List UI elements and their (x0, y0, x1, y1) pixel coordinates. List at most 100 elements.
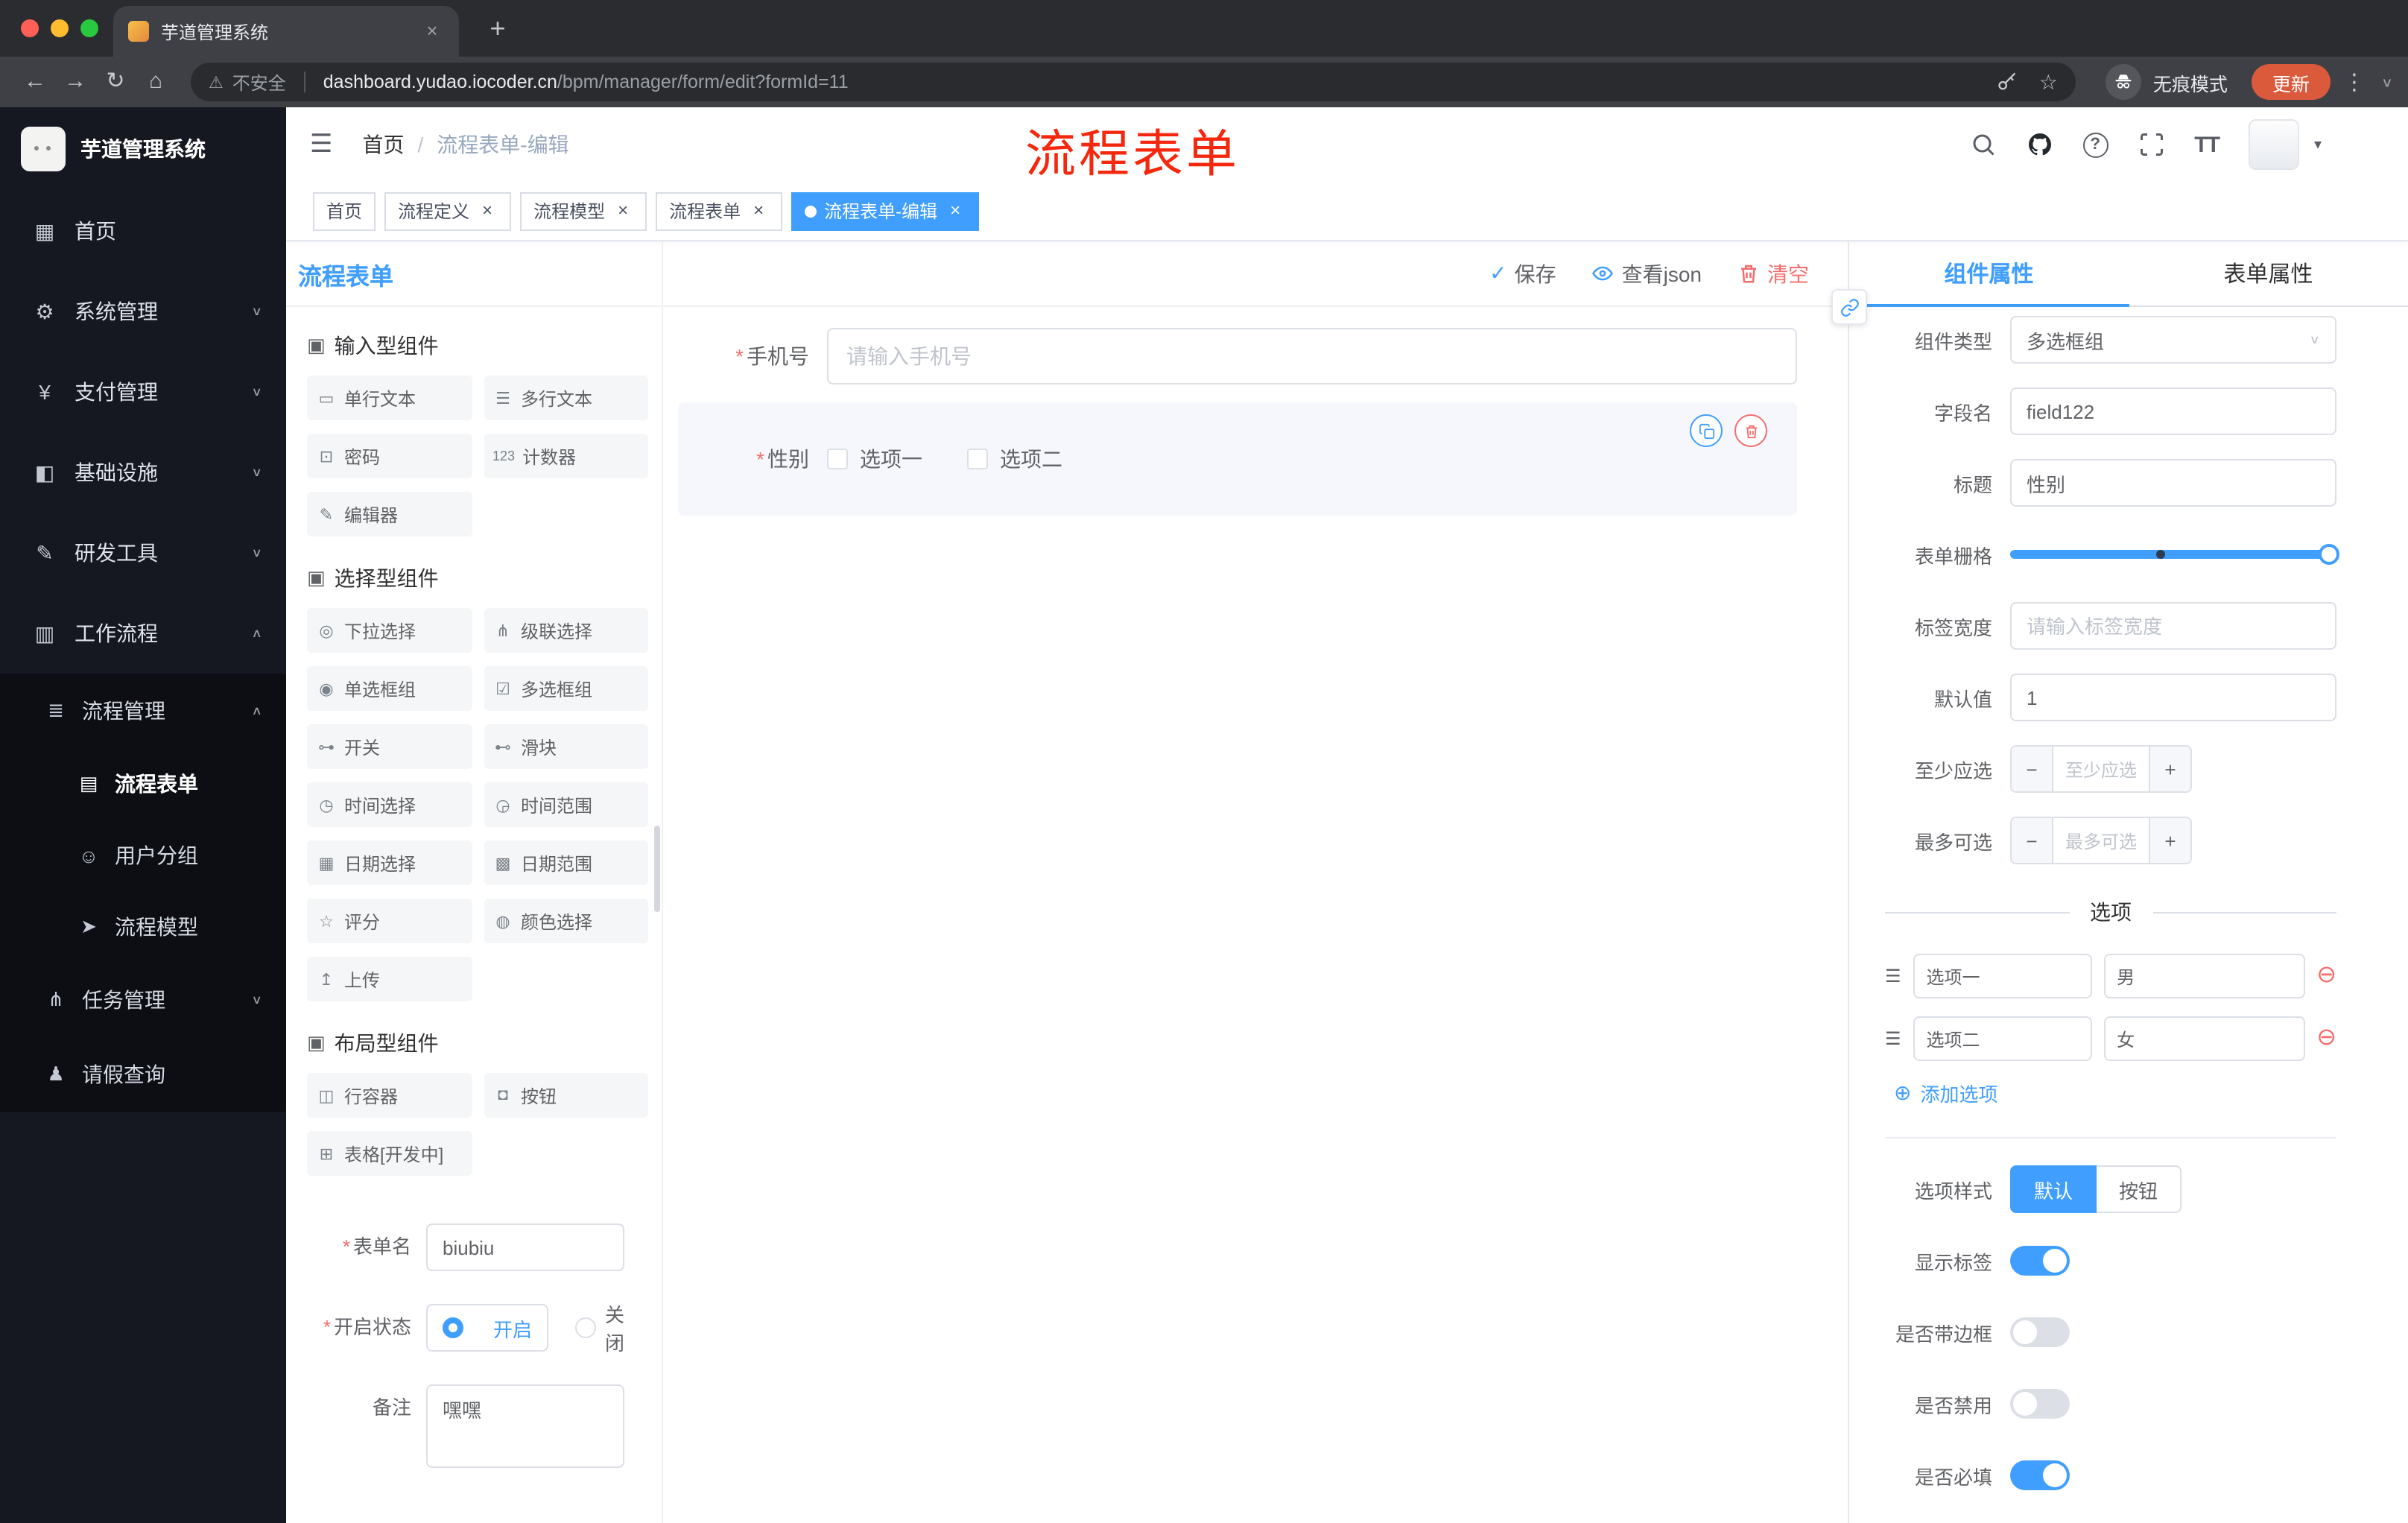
remove-option-icon[interactable]: ⊖ (2316, 1026, 2336, 1051)
slider-handle[interactable] (2319, 544, 2339, 565)
home-button[interactable]: ⌂ (136, 63, 176, 101)
browser-tab[interactable]: 芋道管理系统 × (113, 6, 459, 57)
option-style-default-button[interactable]: 默认 (2010, 1165, 2097, 1213)
sidebar-item-leave-query[interactable]: ♟ 请假查询 (0, 1037, 286, 1112)
slider-track[interactable] (2010, 550, 2336, 559)
tag-close-icon[interactable]: × (748, 200, 769, 221)
font-size-icon[interactable]: TT (2194, 132, 2220, 157)
palette-item-time-range[interactable]: ◶ 时间范围 (484, 782, 648, 827)
tab-close-icon[interactable]: × (420, 19, 444, 43)
palette-item-select[interactable]: ◎ 下拉选择 (307, 608, 472, 653)
forward-button[interactable]: → (55, 63, 95, 101)
close-window-button[interactable] (21, 19, 39, 37)
tag-close-icon[interactable]: × (477, 200, 498, 221)
gender-widget-selected[interactable]: * 性别 选项一 选项二 (678, 402, 1797, 516)
sidebar-item-process-model[interactable]: ➤ 流程模型 (0, 891, 286, 963)
switch-disabled[interactable] (2010, 1389, 2070, 1419)
palette-item-upload[interactable]: ↥ 上传 (307, 957, 472, 1001)
zoom-window-button[interactable] (80, 19, 98, 37)
copy-widget-button[interactable] (1690, 414, 1723, 447)
minus-button[interactable]: − (2012, 747, 2053, 791)
default-value-input[interactable] (2010, 674, 2336, 721)
view-json-button[interactable]: 查看json (1592, 259, 1702, 288)
sidebar-item-home[interactable]: ▦ 首页 (0, 191, 286, 271)
remark-textarea[interactable]: 嘿嘿 (426, 1384, 624, 1468)
clear-button[interactable]: 清空 (1737, 259, 1809, 288)
avatar-caret-icon[interactable]: ▾ (2314, 136, 2322, 153)
palette-item-rate[interactable]: ☆ 评分 (307, 899, 472, 943)
reload-button[interactable]: ↻ (95, 63, 136, 101)
switch-required[interactable] (2010, 1460, 2070, 1490)
minimize-window-button[interactable] (51, 19, 69, 37)
palette-item-radio-group[interactable]: ◉ 单选框组 (307, 666, 472, 711)
palette-item-button[interactable]: ◘ 按钮 (484, 1073, 648, 1118)
checkbox-icon[interactable] (967, 449, 988, 469)
form-name-field[interactable] (426, 1223, 624, 1271)
title-input[interactable] (2010, 459, 2336, 507)
key-icon[interactable] (1997, 72, 2018, 92)
drag-handle-icon[interactable]: ☰ (1885, 966, 1901, 987)
tag-home[interactable]: 首页 (313, 191, 376, 230)
switch-border[interactable] (2010, 1317, 2070, 1347)
palette-item-table[interactable]: ⊞ 表格[开发中] (307, 1131, 472, 1176)
minus-button[interactable]: − (2012, 818, 2053, 863)
bookmark-star-icon[interactable]: ☆ (2039, 69, 2058, 95)
tag-process-form-edit[interactable]: 流程表单-编辑 × (791, 191, 980, 230)
status-radio-on[interactable]: 开启 (426, 1304, 548, 1352)
delete-widget-button[interactable] (1734, 414, 1767, 447)
palette-item-color-picker[interactable]: ◍ 颜色选择 (484, 899, 648, 943)
switch-show-label[interactable] (2010, 1246, 2070, 1276)
option-value-input[interactable] (2103, 1016, 2305, 1061)
add-option-button[interactable]: ⊕ 添加选项 (1894, 1079, 2336, 1107)
palette-item-date-picker[interactable]: ▦ 日期选择 (307, 840, 472, 885)
address-bar[interactable]: ⚠ 不安全 dashboard.yudao.iocoder.cn/bpm/man… (191, 63, 2076, 101)
sidebar-item-process-form[interactable]: ▤ 流程表单 (0, 748, 286, 820)
palette-item-date-range[interactable]: ▩ 日期范围 (484, 840, 648, 885)
component-type-select[interactable]: 多选框组 ∨ (2010, 316, 2336, 364)
tag-close-icon[interactable]: × (612, 200, 633, 221)
checkbox-option-2[interactable]: 选项二 (967, 444, 1062, 474)
palette-item-checkbox-group[interactable]: ☑ 多选框组 (484, 666, 648, 711)
sidebar-item-payment-management[interactable]: ¥ 支付管理 ∨ (0, 352, 286, 432)
phone-field-row[interactable]: * 手机号 (678, 328, 1797, 384)
palette-item-cascader[interactable]: ⋔ 级联选择 (484, 608, 648, 653)
hamburger-icon[interactable]: ☰ (310, 130, 333, 159)
search-icon[interactable] (1969, 131, 1996, 158)
tab-form-props[interactable]: 表单属性 (2129, 241, 2408, 305)
palette-item-switch[interactable]: ⊶ 开关 (307, 724, 472, 769)
new-tab-button[interactable]: + (480, 13, 516, 45)
tag-process-model[interactable]: 流程模型 × (520, 191, 647, 230)
sidebar-item-workflow[interactable]: ▥ 工作流程 ∧ (0, 593, 286, 674)
label-width-input[interactable] (2010, 602, 2336, 650)
plus-button[interactable]: + (2149, 747, 2190, 791)
option-label-input[interactable] (1913, 1016, 2092, 1061)
field-name-input[interactable] (2010, 387, 2336, 435)
option-label-input[interactable] (1913, 954, 2092, 998)
browser-menu-icon[interactable]: ⋮ (2339, 69, 2369, 95)
palette-item-multi-line-text[interactable]: ☰ 多行文本 (484, 376, 648, 420)
option-style-button-button[interactable]: 按钮 (2097, 1165, 2182, 1213)
tag-close-icon[interactable]: × (945, 200, 966, 221)
save-button[interactable]: ✓ 保存 (1489, 259, 1556, 288)
sidebar-item-infrastructure[interactable]: ◧ 基础设施 ∨ (0, 432, 286, 513)
sidebar-item-system-management[interactable]: ⚙ 系统管理 ∨ (0, 271, 286, 352)
breadcrumb-home[interactable]: 首页 (363, 130, 405, 159)
max-select-value[interactable]: 最多可选 (2053, 818, 2149, 863)
palette-item-time-picker[interactable]: ◷ 时间选择 (307, 782, 472, 827)
drag-handle-icon[interactable]: ☰ (1885, 1028, 1901, 1049)
palette-item-password[interactable]: ⊡ 密码 (307, 434, 472, 478)
github-icon[interactable] (2026, 131, 2053, 158)
fullscreen-icon[interactable] (2138, 131, 2164, 158)
phone-input[interactable] (827, 328, 1797, 384)
min-select-value[interactable]: 至少应选 (2053, 747, 2149, 791)
tag-process-form[interactable]: 流程表单 × (656, 191, 783, 230)
toolbar-collapse-chevron-icon[interactable]: ∨ (2381, 75, 2393, 89)
tab-component-props[interactable]: 组件属性 (1849, 241, 2129, 307)
back-button[interactable]: ← (15, 63, 55, 101)
checkbox-icon[interactable] (827, 449, 848, 469)
update-button[interactable]: 更新 (2251, 64, 2331, 100)
sidebar-item-process-management[interactable]: ≣ 流程管理 ∧ (0, 674, 286, 748)
status-radio-off[interactable]: 关闭 (574, 1299, 624, 1356)
copy-link-button[interactable] (1831, 289, 1867, 325)
palette-item-slider[interactable]: ⊷ 滑块 (484, 724, 648, 769)
